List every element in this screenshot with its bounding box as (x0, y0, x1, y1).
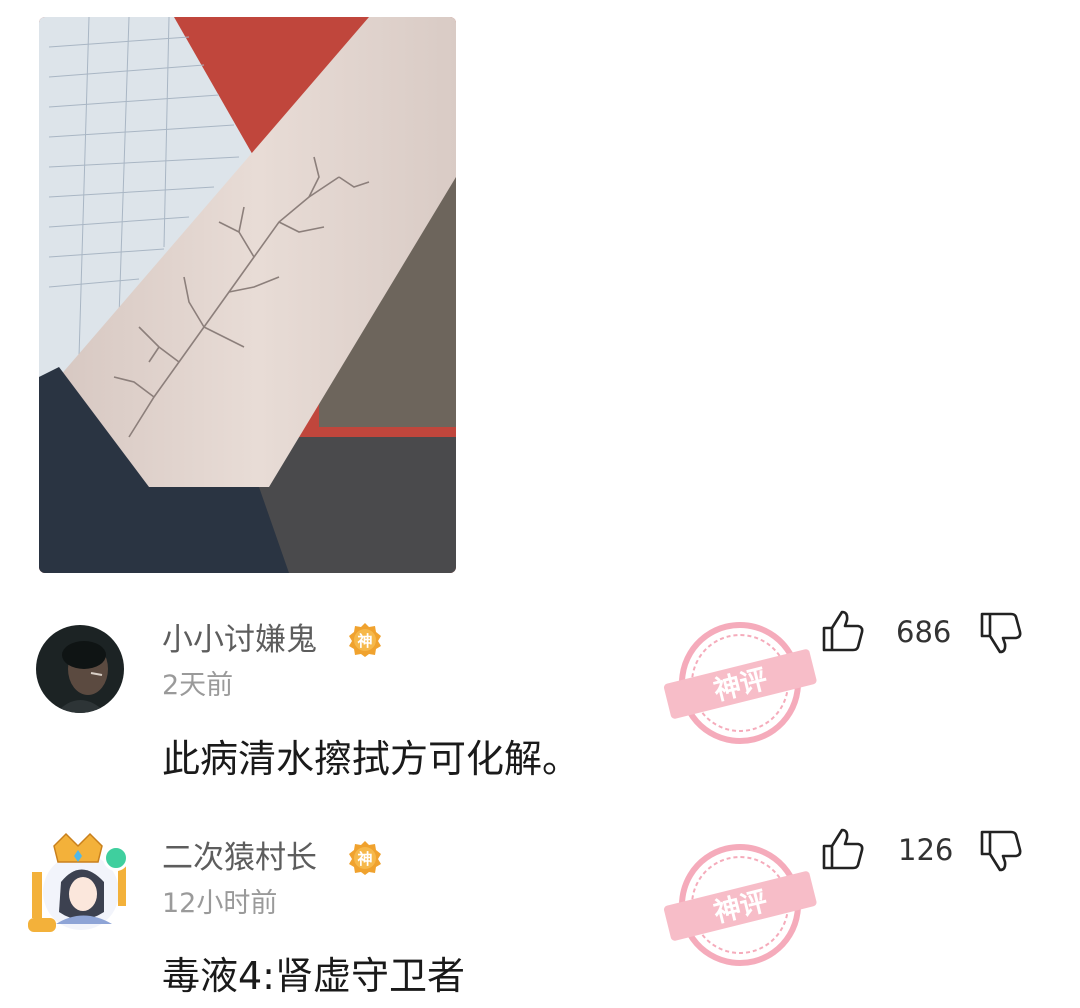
online-status-dot (103, 845, 129, 871)
stamp-text: 神评 (711, 886, 771, 929)
like-count: 126 (898, 833, 954, 867)
like-button[interactable] (820, 608, 866, 654)
thumbs-down-icon (980, 830, 1022, 872)
username[interactable]: 小小讨嫌鬼 (162, 622, 317, 658)
timestamp: 12小时前 (162, 888, 278, 919)
avatar[interactable] (36, 625, 124, 713)
shen-ping-stamp-icon: 神评 (655, 840, 825, 970)
thumbs-down-icon (980, 612, 1022, 654)
shen-ping-stamp-icon: 神评 (655, 618, 825, 748)
username[interactable]: 二次猿村长 (162, 840, 317, 876)
thumbs-up-icon (822, 610, 864, 652)
dislike-button[interactable] (978, 610, 1024, 656)
comment-text: 毒液4:肾虚守卫者 (162, 954, 465, 998)
timestamp: 2天前 (162, 670, 234, 701)
shen-ping-badge-icon: 神 (347, 840, 383, 876)
dislike-button[interactable] (978, 828, 1024, 874)
thumbs-up-icon (822, 828, 864, 870)
badge-text: 神 (357, 632, 372, 650)
shen-ping-badge-icon: 神 (347, 622, 383, 658)
like-button[interactable] (820, 826, 866, 872)
badge-text: 神 (357, 850, 372, 868)
post-image[interactable] (39, 17, 456, 573)
comment-text: 此病清水擦拭方可化解。 (162, 737, 581, 781)
stamp-text: 神评 (711, 664, 771, 707)
like-count: 686 (896, 615, 952, 649)
